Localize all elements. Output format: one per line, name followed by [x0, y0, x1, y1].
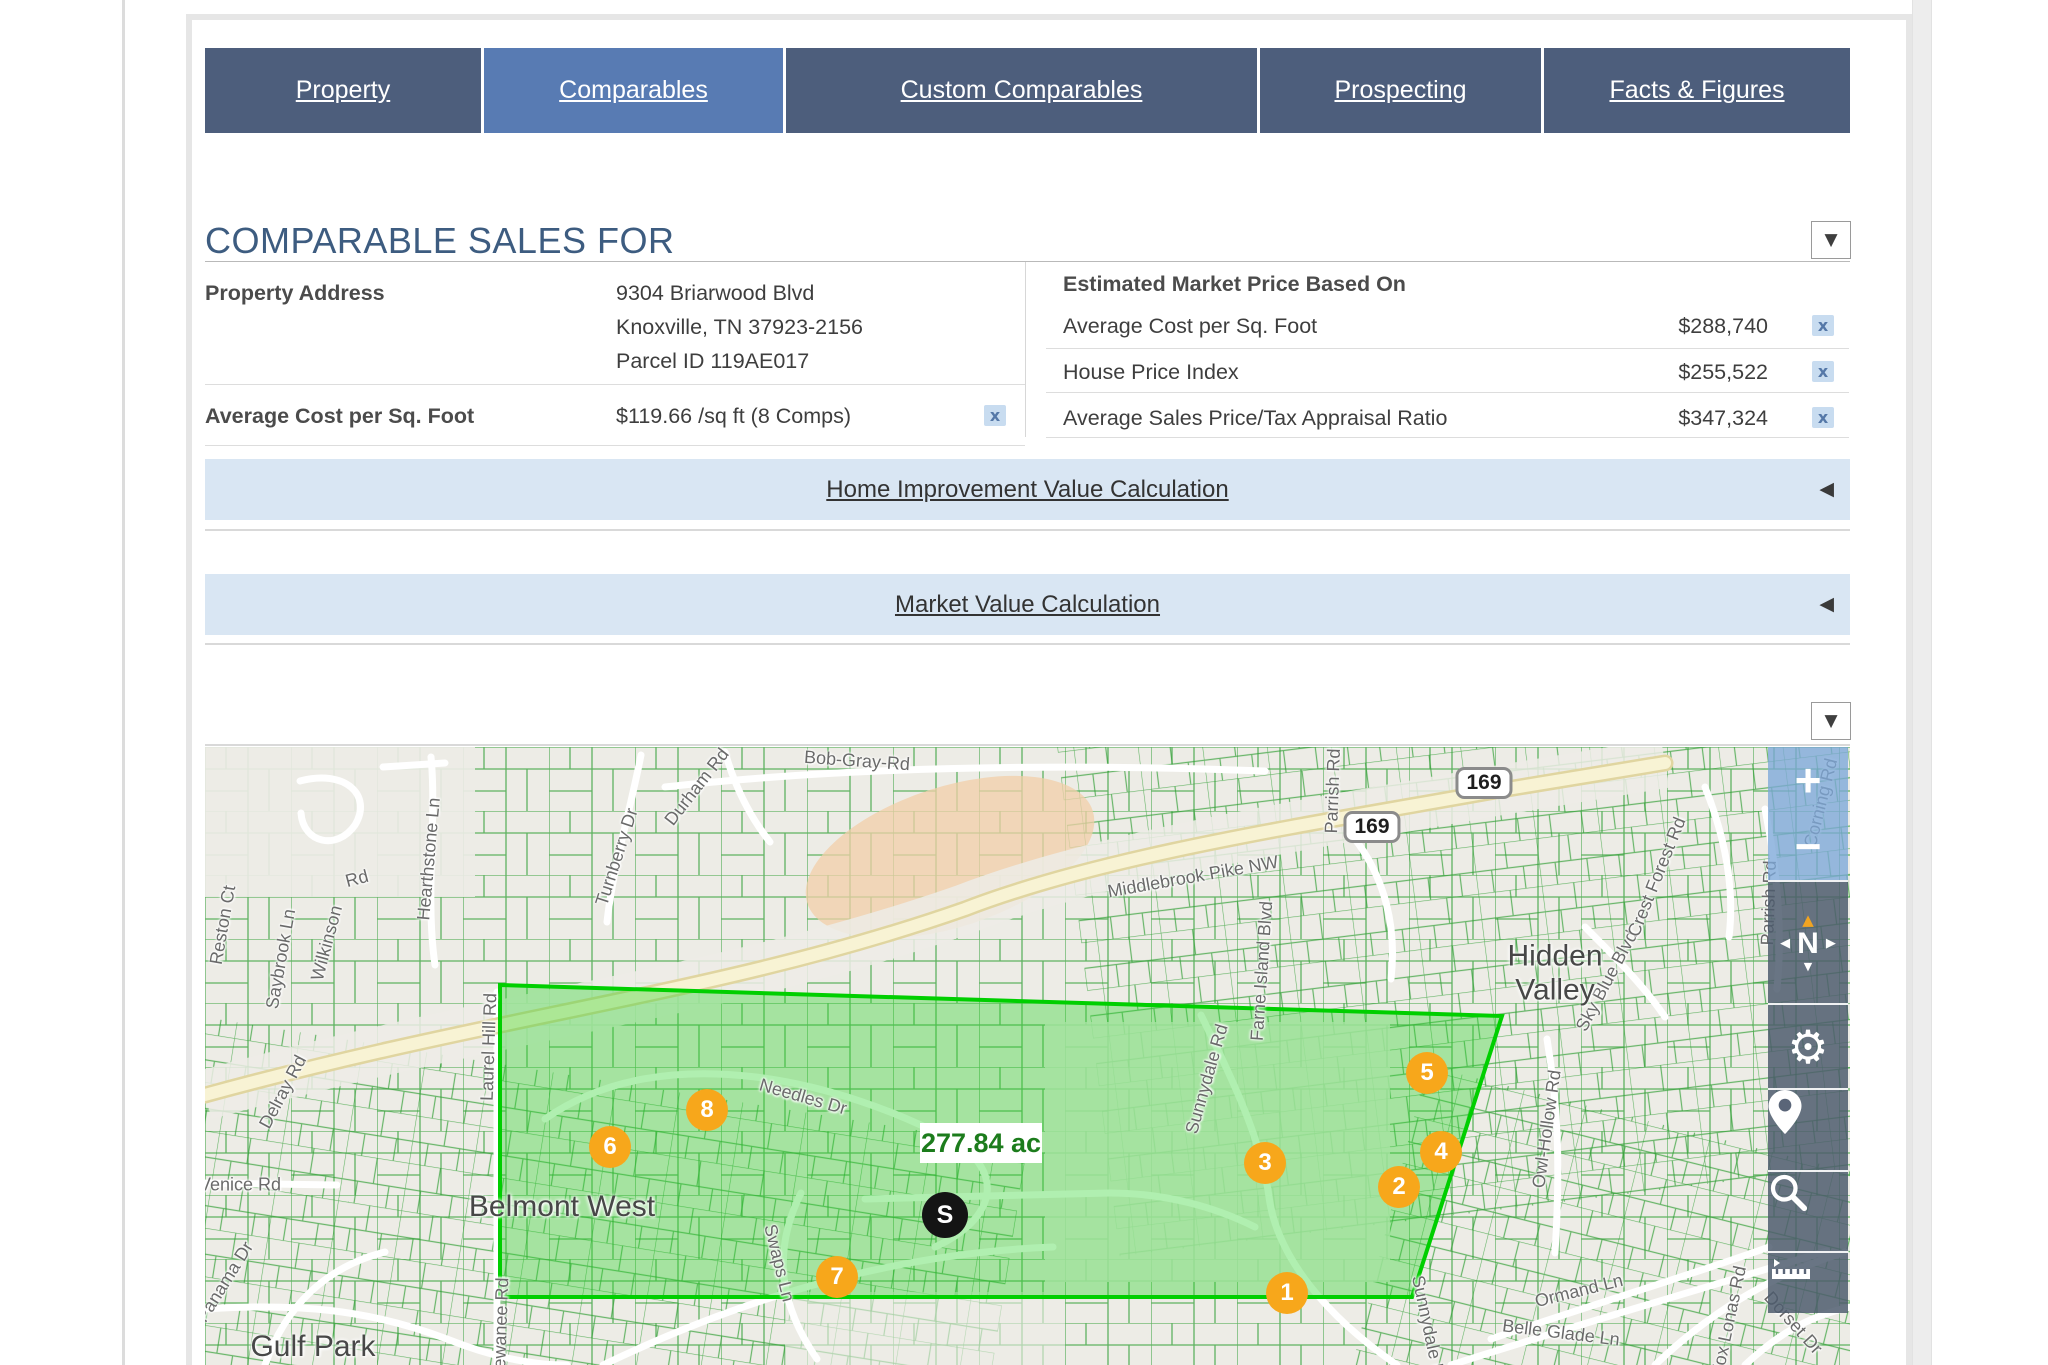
- estimated-market-header: Estimated Market Price Based On: [1063, 272, 1406, 297]
- comp-marker-8[interactable]: 8: [686, 1089, 728, 1131]
- map-base-art: [205, 747, 1850, 1365]
- remove-estimate-button[interactable]: x: [1812, 407, 1834, 428]
- remove-avg-cost-button[interactable]: x: [984, 405, 1006, 426]
- property-address-label: Property Address: [205, 281, 385, 306]
- heading-divider: [205, 261, 1850, 262]
- comp-marker-7[interactable]: 7: [816, 1256, 858, 1298]
- tab-prospecting[interactable]: Prospecting: [1260, 48, 1541, 133]
- place-label: Hidden Valley: [1507, 939, 1602, 1006]
- row-divider: [1046, 437, 1849, 438]
- compass-control[interactable]: ▲ ◀ N ▶ ▼: [1768, 880, 1848, 1003]
- property-address-line1: 9304 Briarwood Blvd: [616, 281, 814, 306]
- map-measure-button[interactable]: [1768, 1251, 1848, 1313]
- page-left-border: [122, 0, 125, 1365]
- search-icon: [1768, 1172, 1808, 1212]
- app-window: Property Comparables Custom Comparables …: [0, 0, 2048, 1365]
- row-divider: [1046, 392, 1849, 393]
- section-divider: [205, 643, 1850, 645]
- chevron-left-icon: ◀: [1819, 478, 1834, 500]
- acreage-label: 277.84 ac: [920, 1123, 1042, 1163]
- place-label: Gulf Park: [250, 1330, 375, 1364]
- comp-marker-3[interactable]: 3: [1244, 1142, 1286, 1184]
- row-divider: [205, 445, 1025, 446]
- avg-cost-label: Average Cost per Sq. Foot: [205, 404, 474, 429]
- compass-north-icon: ▲: [1802, 913, 1814, 927]
- tab-property-label: Property: [296, 76, 390, 105]
- chevron-down-icon: ▼: [1824, 230, 1837, 250]
- route-shield-169: 169: [1455, 767, 1512, 799]
- street-label: Venice Rd: [205, 1175, 281, 1196]
- home-improvement-section-bar[interactable]: Home Improvement Value Calculation ◀: [205, 459, 1850, 520]
- header-collapse-button[interactable]: ▼: [1811, 221, 1851, 259]
- row-divider: [1046, 348, 1849, 349]
- comp-marker-5[interactable]: 5: [1406, 1052, 1448, 1094]
- zoom-control: + −: [1768, 747, 1848, 880]
- estimate-row-value: $255,522: [1540, 360, 1768, 385]
- street-label: Parrish Rd: [1321, 748, 1345, 834]
- street-label: Sewanee Rd: [489, 1277, 514, 1365]
- ruler-icon: [1768, 1253, 1814, 1283]
- map-location-button[interactable]: [1768, 1088, 1848, 1170]
- section-divider: [205, 529, 1850, 531]
- comp-marker-1[interactable]: 1: [1266, 1272, 1308, 1314]
- comp-marker-6[interactable]: 6: [589, 1126, 631, 1168]
- map-canvas[interactable]: 277.84 ac Reston CtSaybrook LnWilkinsonR…: [205, 747, 1850, 1365]
- chevron-down-icon: ▼: [1824, 711, 1837, 731]
- map-collapse-button[interactable]: ▼: [1811, 702, 1851, 740]
- zoom-in-button[interactable]: +: [1768, 747, 1848, 813]
- route-shield-169: 169: [1343, 811, 1400, 843]
- tab-property[interactable]: Property: [205, 48, 481, 133]
- market-value-section-bar[interactable]: Market Value Calculation ◀: [205, 574, 1850, 635]
- tab-custom-comparables-label: Custom Comparables: [901, 76, 1143, 105]
- home-improvement-section-label: Home Improvement Value Calculation: [826, 476, 1228, 504]
- gear-icon: ⚙: [1787, 1020, 1828, 1074]
- estimate-row-label: Average Cost per Sq. Foot: [1063, 314, 1317, 339]
- tab-facts-figures[interactable]: Facts & Figures: [1544, 48, 1850, 133]
- tab-prospecting-label: Prospecting: [1334, 76, 1466, 105]
- compass-n-label: N: [1797, 927, 1819, 961]
- page-title: COMPARABLE SALES FOR: [205, 220, 674, 262]
- zoom-out-button[interactable]: −: [1768, 813, 1848, 879]
- market-value-section-label: Market Value Calculation: [895, 591, 1160, 619]
- tab-facts-figures-label: Facts & Figures: [1609, 76, 1784, 105]
- property-address-line3: Parcel ID 119AE017: [616, 349, 809, 374]
- remove-estimate-button[interactable]: x: [1812, 361, 1834, 382]
- compass-south-icon: ▼: [1804, 961, 1812, 973]
- rotate-left-icon[interactable]: ◀: [1780, 936, 1790, 951]
- comp-marker-4[interactable]: 4: [1420, 1131, 1462, 1173]
- avg-cost-value: $119.66 /sq ft (8 Comps): [616, 404, 851, 429]
- chevron-left-icon: ◀: [1819, 593, 1834, 615]
- estimate-row-value: $288,740: [1540, 314, 1768, 339]
- column-divider: [1025, 262, 1026, 437]
- map-pin-icon: [1768, 1090, 1802, 1134]
- place-label: Belmont West: [469, 1190, 655, 1224]
- subject-property-marker[interactable]: S: [922, 1192, 968, 1238]
- tab-comparables[interactable]: Comparables: [484, 48, 783, 133]
- property-address-line2: Knoxville, TN 37923-2156: [616, 315, 863, 340]
- estimate-row-label: Average Sales Price/Tax Appraisal Ratio: [1063, 406, 1447, 431]
- tab-custom-comparables[interactable]: Custom Comparables: [786, 48, 1257, 133]
- estimate-row-value: $347,324: [1540, 406, 1768, 431]
- map-divider: [205, 744, 1850, 746]
- comp-marker-2[interactable]: 2: [1378, 1166, 1420, 1208]
- page-right-border: [1912, 0, 1932, 1365]
- street-label: Laurel Hill Rd: [477, 993, 502, 1102]
- row-divider: [205, 384, 1025, 385]
- tab-comparables-label: Comparables: [559, 76, 708, 105]
- main-tab-bar: Property Comparables Custom Comparables …: [205, 48, 1850, 133]
- estimate-row-label: House Price Index: [1063, 360, 1239, 385]
- rotate-right-icon[interactable]: ▶: [1826, 936, 1836, 951]
- map-settings-button[interactable]: ⚙: [1768, 1003, 1848, 1088]
- map-search-button[interactable]: [1768, 1170, 1848, 1251]
- remove-estimate-button[interactable]: x: [1812, 315, 1834, 336]
